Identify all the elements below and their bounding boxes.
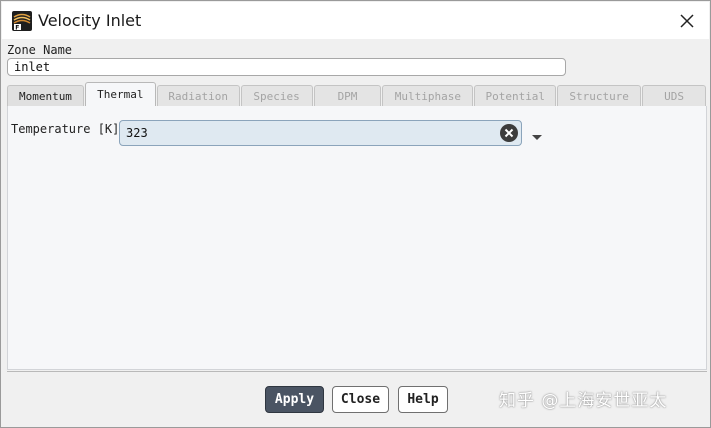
help-button[interactable]: Help (398, 386, 448, 413)
zone-name-input[interactable]: inlet (7, 58, 566, 76)
dialog-content: Zone Name inlet Momentum Thermal Radiati… (2, 39, 709, 426)
tab-structure[interactable]: Structure (557, 85, 642, 107)
tab-uds[interactable]: UDS (642, 85, 706, 107)
apply-button[interactable]: Apply (265, 386, 324, 413)
watermark-text: 知乎 @上海安世亚太 (499, 391, 668, 411)
close-icon[interactable] (677, 11, 697, 31)
title-bar: F Velocity Inlet (2, 2, 709, 39)
dialog-window: F Velocity Inlet Zone Name inlet Momentu… (0, 0, 711, 428)
temperature-label: Temperature [K] (11, 122, 120, 136)
window-title: Velocity Inlet (38, 11, 142, 30)
svg-text:F: F (15, 24, 19, 31)
tab-bar: Momentum Thermal Radiation Species DPM M… (7, 82, 707, 107)
clear-circle-icon[interactable] (500, 124, 518, 142)
thermal-panel: Temperature [K] 323 (7, 106, 707, 370)
tab-multiphase[interactable]: Multiphase (382, 85, 474, 107)
tab-thermal[interactable]: Thermal (84, 82, 156, 107)
zone-name-label: Zone Name (7, 43, 73, 57)
tab-species[interactable]: Species (240, 85, 313, 107)
temperature-input[interactable]: 323 (119, 120, 522, 146)
close-button[interactable]: Close (332, 386, 389, 413)
temperature-value: 323 (126, 126, 148, 140)
tab-radiation[interactable]: Radiation (156, 85, 240, 107)
tab-momentum[interactable]: Momentum (7, 85, 84, 107)
chevron-down-icon[interactable] (531, 129, 543, 140)
tab-potential[interactable]: Potential (474, 85, 557, 107)
footer-divider (7, 371, 707, 372)
fluent-app-icon: F (12, 11, 32, 31)
tab-dpm[interactable]: DPM (313, 85, 382, 107)
